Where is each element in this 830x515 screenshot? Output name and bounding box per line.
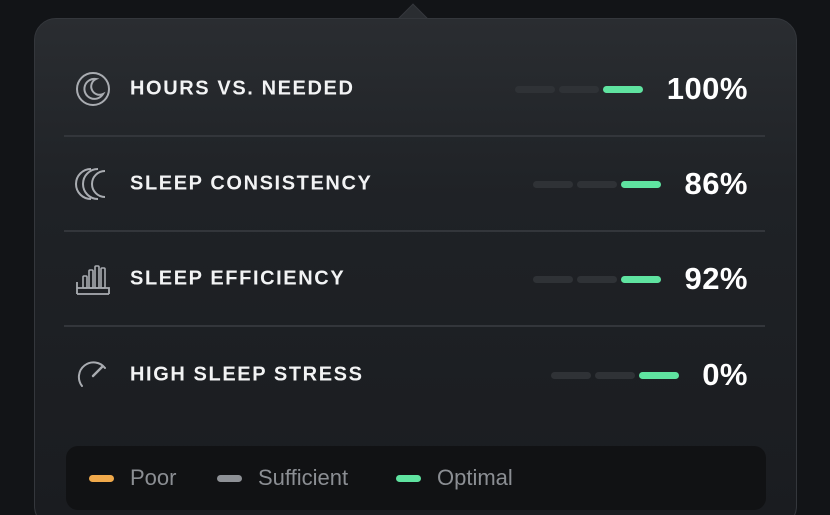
indicator-segment-sufficient	[559, 85, 599, 93]
metric-row-high-sleep-stress[interactable]: HIGH SLEEP STRESS 0%	[64, 327, 765, 422]
indicator-segment-poor	[515, 85, 555, 93]
metric-label: HIGH SLEEP STRESS	[130, 363, 364, 385]
stress-gauge-icon	[74, 356, 112, 394]
indicator-segment-poor	[533, 275, 573, 283]
metric-value: 100%	[666, 70, 748, 106]
double-moon-icon	[74, 165, 112, 203]
legend-swatch-poor	[89, 474, 114, 482]
metric-value: 86%	[684, 165, 748, 201]
legend-label: Poor	[130, 465, 177, 490]
indicator-segment-optimal	[621, 275, 661, 283]
metric-label: SLEEP EFFICIENCY	[130, 267, 346, 289]
indicator-segment-optimal	[603, 85, 643, 93]
indicator-segment-sufficient	[595, 371, 635, 379]
rating-legend: Poor Sufficient Optimal	[66, 446, 766, 510]
metric-label: HOURS VS. NEEDED	[130, 77, 355, 99]
metric-label: SLEEP CONSISTENCY	[130, 172, 373, 194]
legend-label: Optimal	[437, 465, 513, 490]
legend-item-optimal: Optimal	[396, 465, 513, 491]
legend-label: Sufficient	[258, 465, 349, 490]
moon-icon	[74, 70, 112, 108]
indicator-segment-sufficient	[577, 180, 617, 188]
metric-row-hours-vs-needed[interactable]: HOURS VS. NEEDED 100%	[64, 42, 765, 137]
rating-indicator	[533, 180, 661, 188]
metric-value: 92%	[684, 260, 748, 296]
legend-item-sufficient: Sufficient	[217, 465, 348, 491]
indicator-segment-poor	[533, 180, 573, 188]
rating-indicator	[551, 371, 679, 379]
indicator-segment-sufficient	[577, 275, 617, 283]
legend-swatch-sufficient	[217, 474, 242, 482]
metric-row-sleep-consistency[interactable]: SLEEP CONSISTENCY 86%	[64, 137, 765, 232]
metric-value: 0%	[702, 356, 748, 392]
indicator-segment-optimal	[639, 371, 679, 379]
legend-item-poor: Poor	[89, 465, 176, 491]
indicator-segment-optimal	[621, 180, 661, 188]
legend-swatch-optimal	[396, 474, 421, 482]
bed-efficiency-icon	[74, 260, 112, 298]
rating-indicator	[533, 275, 661, 283]
indicator-segment-poor	[551, 371, 591, 379]
rating-indicator	[515, 85, 643, 93]
metric-row-sleep-efficiency[interactable]: SLEEP EFFICIENCY 92%	[64, 232, 765, 327]
